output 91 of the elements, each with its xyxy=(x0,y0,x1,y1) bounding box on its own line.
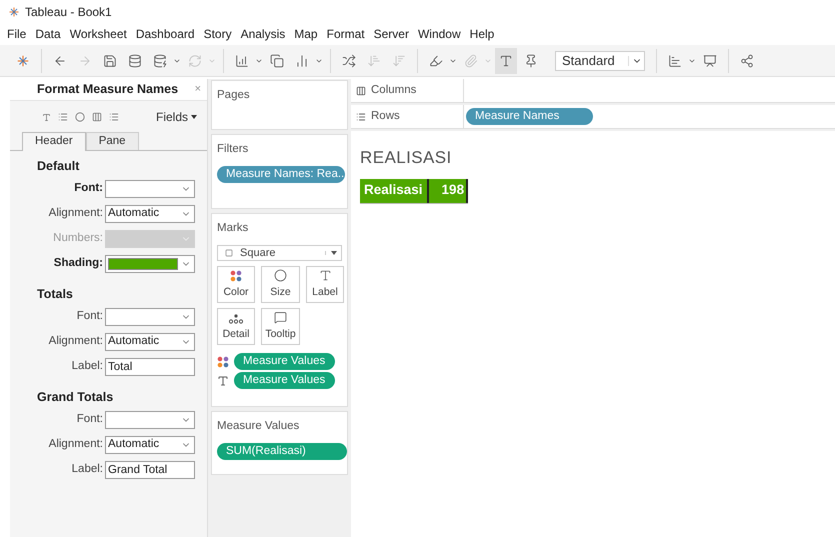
detail-icon xyxy=(229,314,243,324)
label-icon xyxy=(318,268,332,282)
menu-item[interactable]: Window xyxy=(418,24,461,42)
header-cell: Realisasi xyxy=(360,178,429,202)
columns-icon xyxy=(356,86,366,96)
chart-icon xyxy=(668,54,682,68)
field-label: Font: xyxy=(76,412,103,428)
field-label: Alignment: xyxy=(48,206,103,222)
duplicate-icon xyxy=(270,54,284,68)
size-icon xyxy=(274,268,287,282)
share-icon xyxy=(740,54,754,68)
label-field[interactable]: Grand Total xyxy=(105,461,195,479)
dropdown-select[interactable]: Automatic xyxy=(105,436,195,454)
dropdown-select[interactable] xyxy=(105,180,195,198)
menu-item[interactable]: Dashboard xyxy=(136,24,195,42)
database-icon xyxy=(153,54,167,68)
rows-icon xyxy=(356,112,366,122)
square-icon xyxy=(225,249,233,258)
paperclip-icon xyxy=(464,54,478,68)
menu-item[interactable]: Map xyxy=(294,24,318,42)
mark-type-select[interactable]: Square xyxy=(217,245,342,262)
color-dots-icon xyxy=(217,356,229,368)
menu-item[interactable]: Server xyxy=(374,24,409,42)
text-icon xyxy=(499,54,513,68)
format-tab[interactable]: Header xyxy=(22,132,86,151)
field-label: Label: xyxy=(70,359,103,374)
mark-card[interactable]: Size xyxy=(261,266,300,304)
field-label: Alignment: xyxy=(48,437,103,452)
forward-icon xyxy=(78,54,92,68)
label-icon xyxy=(217,374,229,387)
tooltip-icon xyxy=(274,310,287,324)
field-label: Font: xyxy=(76,309,103,324)
sort-descending-icon xyxy=(392,54,406,68)
shelf-label: Rows xyxy=(371,108,400,124)
section-title: Totals xyxy=(36,286,74,301)
menu-item[interactable]: Story xyxy=(204,24,232,42)
borders-icon[interactable] xyxy=(92,112,102,122)
panel-title: Format Measure Names xyxy=(37,81,178,98)
menu-item[interactable]: Worksheet xyxy=(70,24,127,42)
field-label: Numbers: xyxy=(52,231,103,246)
dropdown-select[interactable]: Automatic xyxy=(105,333,195,351)
section-title: Default xyxy=(36,158,80,173)
field-label: Shading: xyxy=(52,256,103,272)
highlighter-icon xyxy=(429,54,443,68)
caret-icon xyxy=(330,251,336,256)
color-dots-icon xyxy=(230,270,242,282)
field-label: Font: xyxy=(73,181,103,196)
fields-button[interactable]: Fields xyxy=(156,108,197,126)
swap-icon xyxy=(342,54,356,68)
label-field[interactable]: Total xyxy=(105,358,195,376)
save-icon xyxy=(103,54,117,68)
mark-card[interactable]: Color xyxy=(217,266,255,304)
mark-card[interactable]: Detail xyxy=(217,308,255,346)
format-tab[interactable]: Pane xyxy=(86,132,139,150)
shading-icon[interactable] xyxy=(75,112,85,122)
shading-select[interactable] xyxy=(105,255,195,273)
color-swatch xyxy=(108,258,178,270)
view-size-select[interactable]: Standard xyxy=(555,50,645,70)
mark-card[interactable]: Tooltip xyxy=(261,308,300,346)
font-icon[interactable] xyxy=(42,112,51,122)
window-title: Tableau - Book1 xyxy=(25,4,112,21)
logo-icon xyxy=(16,54,30,68)
dropdown-select[interactable] xyxy=(105,308,195,326)
menu-item[interactable]: Help xyxy=(470,24,494,42)
alignment-icon[interactable] xyxy=(58,112,68,122)
shelf-label: Columns xyxy=(371,82,416,98)
field-label: Alignment: xyxy=(48,334,103,350)
dropdown-select[interactable]: Automatic xyxy=(105,205,195,223)
sort-ascending-icon xyxy=(367,54,381,68)
dropdown-select[interactable] xyxy=(105,411,195,429)
text-button[interactable] xyxy=(495,48,517,74)
logo-icon xyxy=(8,6,20,18)
card-title: Measure Values xyxy=(217,419,300,434)
card-title: Marks xyxy=(217,221,250,236)
pin-icon xyxy=(524,54,538,68)
menu-item[interactable]: Data xyxy=(35,24,61,42)
menu-item[interactable]: Analysis xyxy=(240,24,286,42)
presentation-icon xyxy=(703,54,717,68)
menu-item[interactable]: File xyxy=(7,24,26,42)
section-title: Grand Totals xyxy=(36,389,114,404)
value-cell: 198 xyxy=(428,178,468,202)
card-title: Filters xyxy=(217,142,250,157)
card-title: Pages xyxy=(217,88,251,103)
refresh-icon xyxy=(188,54,202,68)
field-label: Label: xyxy=(70,462,103,478)
view-title: REALISASI xyxy=(360,147,453,169)
back-icon xyxy=(53,54,67,68)
menu-item[interactable]: Format xyxy=(326,24,365,42)
new-chart-icon xyxy=(235,54,249,68)
mark-card[interactable]: Label xyxy=(306,266,344,304)
lines-icon[interactable] xyxy=(109,112,119,122)
